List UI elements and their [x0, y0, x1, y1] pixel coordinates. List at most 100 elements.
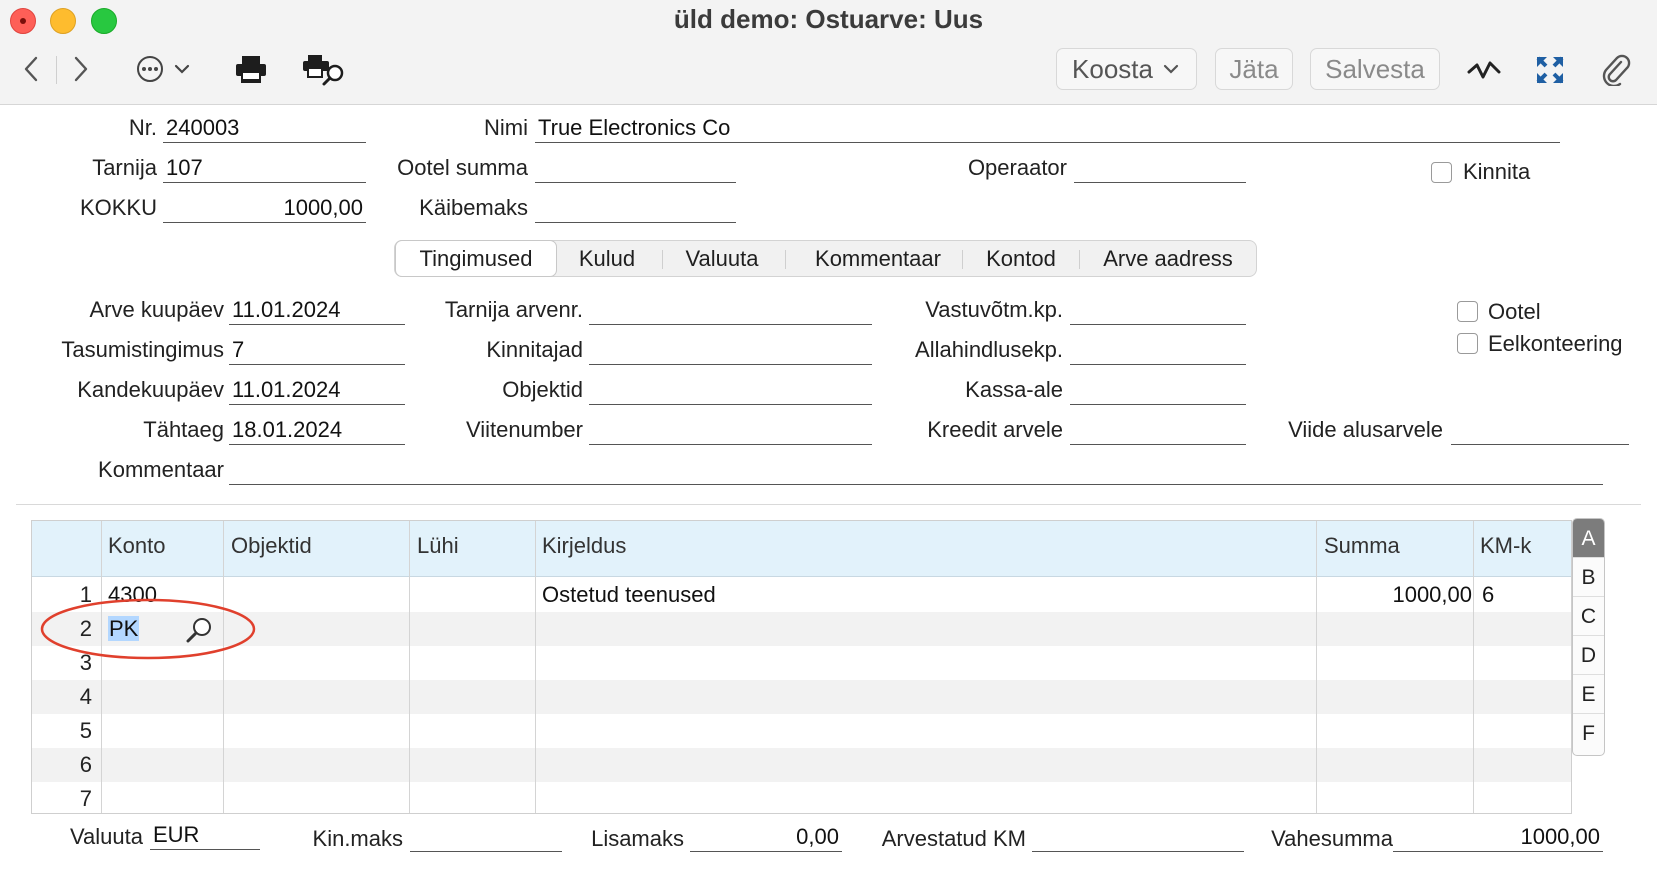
ootel-summa-field[interactable]: [535, 155, 736, 183]
jata-label: Jäta: [1229, 53, 1279, 84]
row-number: 6: [79, 752, 92, 777]
toolbar-divider: [56, 56, 57, 84]
column-divider: [101, 521, 102, 813]
tab-tingimused[interactable]: Tingimused: [395, 240, 557, 277]
viide-alusarvele-field[interactable]: [1451, 417, 1629, 445]
lisamaks-field[interactable]: 0,00: [690, 824, 842, 852]
column-header-konto[interactable]: Konto: [108, 533, 166, 559]
kaibemaks-label: Käibemaks: [419, 195, 528, 220]
koosta-menu-button[interactable]: Koosta: [1056, 48, 1197, 90]
valuuta-field[interactable]: EUR: [150, 822, 260, 850]
row-number: 5: [79, 718, 92, 743]
objektid-label: Objektid: [502, 377, 583, 402]
kinnitajad-field[interactable]: [589, 337, 872, 365]
kirjeldus-cell[interactable]: Ostetud teenused: [542, 578, 716, 612]
tab-kontod[interactable]: Kontod: [966, 241, 1076, 276]
vahesumma-field[interactable]: 1000,00: [1393, 824, 1603, 852]
section-tab-f[interactable]: F: [1573, 714, 1604, 753]
nimi-label: Nimi: [484, 115, 528, 140]
printer-icon: [236, 56, 266, 83]
viide-alusarvele-label: Viide alusarvele: [1288, 417, 1443, 442]
back-button[interactable]: [16, 52, 46, 86]
table-header: Konto Objektid Lühi Kirjeldus Summa KM-k: [32, 521, 1571, 577]
tahtaeg-field[interactable]: 18.01.2024: [229, 417, 405, 445]
tab-separator: [962, 250, 963, 269]
section-tab-e[interactable]: E: [1573, 675, 1604, 714]
table-row[interactable]: 3: [32, 646, 1571, 680]
summa-cell[interactable]: 1000,00: [1322, 578, 1472, 612]
window-titlebar: üld demo: Ostuarve: Uus Koosta Jäta Salv…: [0, 0, 1657, 105]
activity-button[interactable]: [1466, 52, 1502, 88]
section-tab-c[interactable]: C: [1573, 597, 1604, 636]
kassa-ale-field[interactable]: [1070, 377, 1246, 405]
tarnija-arvenr-label: Tarnija arvenr.: [444, 297, 583, 322]
table-row[interactable]: 2 PK: [32, 612, 1571, 646]
tab-kulud[interactable]: Kulud: [561, 241, 653, 276]
fullscreen-button[interactable]: [1532, 52, 1568, 88]
operaator-field[interactable]: [1074, 155, 1246, 183]
kommentaar-field[interactable]: [229, 457, 1603, 485]
attachment-button[interactable]: [1598, 52, 1634, 88]
column-header-luhi[interactable]: Lühi: [417, 533, 459, 559]
tasumistingimus-field[interactable]: 7: [229, 337, 405, 365]
column-divider: [1473, 521, 1474, 813]
section-tab-a[interactable]: A: [1573, 519, 1604, 558]
tab-bar: Tingimused Kulud Valuuta Kommentaar Kont…: [394, 240, 1257, 277]
km-k-cell[interactable]: 6: [1482, 578, 1494, 612]
viitenumber-field[interactable]: [589, 417, 872, 445]
chevron-down-icon: [1163, 64, 1179, 74]
kaibemaks-field[interactable]: [535, 195, 736, 223]
vahesumma-label: Vahesumma: [1271, 826, 1393, 851]
tab-separator: [1079, 250, 1080, 269]
table-row[interactable]: 5: [32, 714, 1571, 748]
allahindlusekp-field[interactable]: [1070, 337, 1246, 365]
vastuvotm-field[interactable]: [1070, 297, 1246, 325]
column-header-kirjeldus[interactable]: Kirjeldus: [542, 533, 626, 559]
table-row[interactable]: 7: [32, 782, 1571, 813]
jata-button[interactable]: Jäta: [1215, 48, 1293, 90]
kokku-field[interactable]: 1000,00: [163, 195, 366, 223]
section-divider: [16, 504, 1641, 505]
table-row[interactable]: 1 4300 Ostetud teenused 1000,00 6: [32, 578, 1571, 612]
tahtaeg-label: Tähtaeg: [143, 417, 224, 442]
kommentaar-label: Kommentaar: [98, 457, 224, 482]
window-title: üld demo: Ostuarve: Uus: [673, 4, 984, 34]
kassa-ale-label: Kassa-ale: [965, 377, 1063, 402]
section-tab-d[interactable]: D: [1573, 636, 1604, 675]
kinnita-checkbox[interactable]: [1431, 162, 1452, 183]
print-preview-button[interactable]: [302, 52, 348, 88]
column-header-km-k[interactable]: KM-k: [1480, 533, 1531, 559]
table-row[interactable]: 6: [32, 748, 1571, 782]
tarnija-field[interactable]: 107: [163, 155, 366, 183]
tab-separator: [785, 250, 786, 269]
tab-valuuta[interactable]: Valuuta: [667, 241, 777, 276]
eelkonteering-checkbox[interactable]: [1457, 333, 1478, 354]
objektid-field[interactable]: [589, 377, 872, 405]
tarnija-arvenr-field[interactable]: [589, 297, 872, 325]
lisamaks-label: Lisamaks: [591, 826, 684, 851]
nimi-field[interactable]: True Electronics Co: [535, 115, 1560, 143]
row-number: 4: [79, 684, 92, 709]
kreedit-arvele-field[interactable]: [1070, 417, 1246, 445]
print-preview-icon: [303, 55, 344, 86]
table-row[interactable]: 4: [32, 680, 1571, 714]
section-tab-b[interactable]: B: [1573, 558, 1604, 597]
column-header-summa[interactable]: Summa: [1324, 533, 1400, 559]
more-actions-button[interactable]: [134, 52, 194, 86]
column-header-objektid[interactable]: Objektid: [231, 533, 312, 559]
forward-button[interactable]: [66, 52, 96, 86]
kandekuupaev-field[interactable]: 11.01.2024: [229, 377, 405, 405]
salvesta-button[interactable]: Salvesta: [1310, 48, 1440, 90]
kin-maks-field[interactable]: [410, 824, 562, 852]
ootel-checkbox[interactable]: [1457, 301, 1478, 322]
arvestatud-km-field[interactable]: [1032, 824, 1244, 852]
operaator-label: Operaator: [967, 155, 1067, 180]
eelkonteering-label: Eelkonteering: [1488, 331, 1623, 356]
arve-kuupaev-field[interactable]: 11.01.2024: [229, 297, 405, 325]
viitenumber-label: Viitenumber: [466, 417, 583, 442]
tab-arve-aadress[interactable]: Arve aadress: [1083, 241, 1253, 276]
nr-field[interactable]: 240003: [163, 115, 366, 143]
pulse-icon: [1467, 61, 1501, 79]
tab-kommentaar[interactable]: Kommentaar: [790, 241, 966, 276]
print-button[interactable]: [232, 52, 270, 86]
